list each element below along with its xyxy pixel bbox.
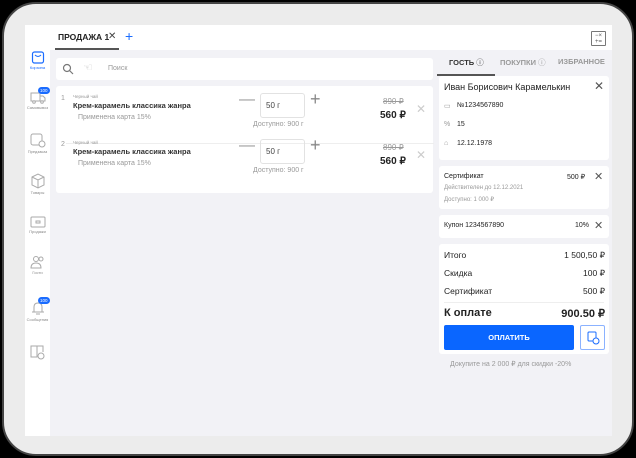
app-screen: ПРОДАЖА 1 ✕ + −× += Корзина 100 Самовывоз… — [25, 25, 612, 436]
sidebar-item-sales[interactable]: Продажи — [25, 214, 50, 234]
tab-underline — [55, 48, 119, 50]
sidebar-item-preorder[interactable]: Предзаказ — [25, 132, 50, 154]
pay-button[interactable]: ОПЛАТИТЬ — [444, 325, 574, 350]
coupon-value: 10% — [575, 222, 590, 229]
certificate-amount: 500 ₽ — [567, 174, 586, 181]
quantity-input[interactable]: 50 г — [260, 93, 305, 118]
wallet-icon — [30, 216, 45, 228]
item-price: 560 ₽ — [380, 110, 406, 121]
item-old-price: 890 ₽ — [383, 143, 404, 152]
close-tab-icon[interactable]: ✕ — [108, 31, 116, 42]
divider — [444, 302, 604, 303]
amount-due-label: К оплате — [444, 307, 492, 319]
item-category: Черный чай — [73, 94, 98, 99]
guest-name: Иван Борисович Карамелькин — [444, 82, 571, 92]
guest-birthday: 12.12.1978 — [457, 140, 493, 147]
guest-card-number: №1234567890 — [457, 102, 504, 109]
remove-guest-icon[interactable]: ✕ — [594, 79, 604, 93]
scan-hand-icon[interactable]: ☜ — [83, 61, 93, 74]
item-number: 2 — [61, 141, 65, 148]
tab-label: ПОКУПКИ — [500, 58, 537, 67]
card-icon: ▭ — [444, 103, 451, 110]
tab-purchases[interactable]: ПОКУПКИ ⓘ — [500, 57, 546, 68]
discount-value: 100 ₽ — [583, 268, 605, 278]
search-icon — [62, 63, 74, 75]
coupon-card: Купон 1234567890 10% ✕ — [439, 215, 609, 238]
sidebar-item-pickup[interactable]: 100 Самовывоз — [25, 87, 50, 110]
sidebar-item-messages[interactable]: 100 Сообщения — [25, 297, 50, 322]
book-settings-icon — [30, 345, 44, 360]
total-label: Итого — [444, 250, 467, 260]
defer-payment-button[interactable] — [580, 325, 605, 350]
remove-coupon-icon[interactable]: ✕ — [594, 219, 603, 232]
gift-icon: ⌂ — [444, 140, 449, 147]
item-category: Черный чай — [73, 140, 98, 145]
certificate-card: Сертификат 500 ₽ ✕ Действителен до 12.12… — [439, 166, 609, 209]
users-icon — [29, 256, 43, 269]
certificate-label: Сертификат — [444, 173, 484, 180]
remove-certificate-icon[interactable]: ✕ — [594, 170, 603, 183]
sidebar-item-goods[interactable]: Товары — [25, 173, 50, 195]
preorder-icon — [30, 133, 45, 148]
item-name: Крем-карамель классика жанра — [73, 147, 191, 156]
tab-label: ГОСТЬ — [449, 58, 475, 67]
box-icon — [31, 173, 44, 189]
tab-guest[interactable]: ГОСТЬ ⓘ — [449, 57, 484, 68]
tab-favorites[interactable]: ИЗБРАННОЕ — [558, 57, 605, 66]
total-value: 1 500,50 ₽ — [564, 250, 605, 260]
guest-discount: 15 — [457, 121, 465, 128]
sidebar-item-catalog-settings[interactable] — [25, 344, 50, 360]
remove-item-icon[interactable]: ✕ — [416, 148, 426, 162]
search-input[interactable]: Поиск — [108, 65, 127, 72]
increase-button[interactable]: + — [310, 135, 321, 156]
badge: 100 — [38, 87, 50, 94]
sidebar-item-cart[interactable]: Корзина — [25, 50, 50, 70]
decrease-button[interactable]: — — [239, 137, 255, 155]
quantity-input[interactable]: 50 г — [260, 139, 305, 164]
info-icon: ⓘ — [476, 58, 484, 67]
search-bar[interactable]: ☜ Поиск — [56, 58, 433, 80]
item-number: 1 — [61, 95, 65, 102]
certificate-total-label: Сертификат — [444, 286, 493, 296]
item-name: Крем-карамель классика жанра — [73, 101, 191, 110]
badge: 100 — [38, 297, 50, 304]
remove-item-icon[interactable]: ✕ — [416, 102, 426, 116]
item-discount: Применена карта 15% — [78, 114, 151, 121]
item-old-price: 890 ₽ — [383, 97, 404, 106]
amount-due-value: 900.50 ₽ — [561, 308, 605, 320]
bag-clock-icon — [587, 331, 600, 345]
certificate-valid: Действителен до 12.12.2021 — [444, 185, 524, 191]
item-discount: Применена карта 15% — [78, 160, 151, 167]
add-tab-button[interactable]: + — [125, 28, 133, 44]
item-price: 560 ₽ — [380, 156, 406, 167]
percent-icon: % — [444, 121, 451, 128]
tab-sale-1[interactable]: ПРОДАЖА 1 — [58, 32, 109, 42]
guest-card: Иван Борисович Карамелькин ✕ ▭ №12345678… — [439, 76, 609, 160]
decrease-button[interactable]: — — [239, 91, 255, 109]
certificate-available: Доступно: 1 000 ₽ — [444, 197, 495, 203]
sidebar-item-guests[interactable]: Гости — [25, 255, 50, 275]
discount-label: Скидка — [444, 268, 473, 278]
item-available: Доступно: 900 г — [253, 121, 304, 128]
bag-icon — [31, 51, 44, 64]
info-icon: ⓘ — [538, 58, 546, 67]
item-available: Доступно: 900 г — [253, 167, 304, 174]
increase-button[interactable]: + — [310, 89, 321, 110]
sidebar: Корзина 100 Самовывоз Предзаказ Товары П… — [25, 50, 50, 436]
coupon-label: Купон 1234567890 — [444, 222, 505, 229]
certificate-total-value: 500 ₽ — [583, 286, 605, 296]
calculator-icon[interactable]: −× += — [591, 31, 606, 46]
promo-text: Докупите на 2 000 ₽ для скидки -20% — [450, 361, 572, 368]
